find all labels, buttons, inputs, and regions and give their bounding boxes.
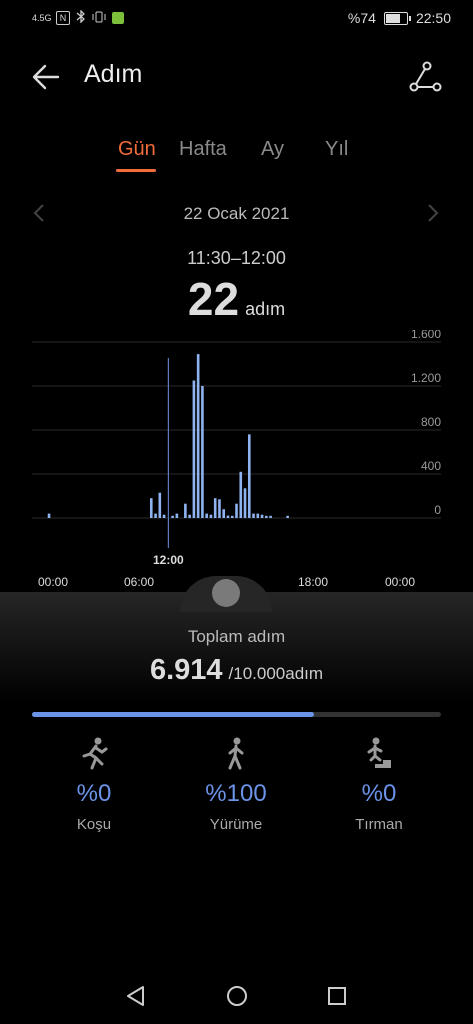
- chart-bar: [171, 515, 174, 518]
- share-button[interactable]: [408, 60, 442, 94]
- back-button[interactable]: [30, 60, 64, 94]
- battery-percent: %74: [347, 10, 376, 26]
- chart-bar: [265, 515, 268, 518]
- chart-bar: [252, 513, 255, 518]
- goal-progress-fill: [32, 712, 315, 717]
- selected-date: 22 Ocak 2021: [183, 204, 290, 223]
- y-tick-label: 800: [421, 415, 441, 429]
- tab-day[interactable]: Gün: [118, 138, 156, 161]
- chart-bar: [247, 434, 251, 518]
- x-tick-label: 18:00: [298, 575, 328, 589]
- chart-bar: [192, 380, 196, 518]
- selected-time-range: 11:30–12:00: [187, 248, 286, 268]
- chart-bar: [209, 514, 213, 518]
- chart-bar: [205, 513, 208, 518]
- nfc-icon: N: [56, 11, 70, 25]
- system-nav-bar: [0, 972, 473, 1024]
- nav-back-button[interactable]: [124, 984, 148, 1013]
- bluetooth-icon: [76, 9, 86, 26]
- y-tick-label: 1.600: [411, 330, 441, 341]
- chart-bar: [154, 513, 157, 518]
- running-label: Koşu: [76, 816, 112, 833]
- activity-climbing: %0 Tırman: [319, 736, 439, 833]
- y-tick-label: 0: [434, 503, 441, 517]
- vibrate-icon: [92, 11, 106, 26]
- triangle-back-icon: [127, 986, 144, 1006]
- walking-label: Yürüme: [209, 816, 263, 833]
- chart-bar: [230, 515, 234, 518]
- nav-recents-button[interactable]: [325, 984, 349, 1013]
- chart-bar: [269, 515, 272, 518]
- chart-bar: [149, 498, 153, 518]
- chevron-right-icon: [428, 204, 439, 222]
- chart-bar: [260, 514, 264, 518]
- chart-bar: [162, 514, 166, 518]
- total-steps: 6.914/10.000adım: [0, 654, 473, 687]
- chart-bar: [222, 509, 226, 518]
- x-tick-label: 06:00: [124, 575, 154, 589]
- activity-walking: %100 Yürüme: [176, 736, 296, 833]
- total-steps-label: Toplam adım: [187, 627, 286, 646]
- chart-bar: [196, 354, 200, 518]
- circle-home-icon: [227, 986, 247, 1006]
- chart-bar: [218, 499, 221, 518]
- tab-year[interactable]: Yıl: [325, 138, 348, 161]
- next-day-button[interactable]: [426, 202, 440, 230]
- chart-bar: [235, 503, 238, 518]
- climbing-icon: [319, 736, 439, 776]
- home-app-icon: [112, 12, 124, 24]
- running-percent: %0: [76, 780, 112, 807]
- x-tick-label: 00:00: [385, 575, 415, 589]
- chart-bar: [175, 513, 179, 518]
- clock: 22:50: [415, 10, 451, 26]
- running-icon: [34, 736, 154, 776]
- goal-progress-bar: [32, 712, 441, 717]
- chart-bar: [184, 503, 187, 518]
- selected-steps-value: 22: [187, 273, 240, 325]
- arrow-left-icon: [32, 64, 60, 90]
- climbing-percent: %0: [361, 780, 397, 807]
- status-bar: 4.5G N %74 22:50: [0, 0, 473, 40]
- page-title: Adım: [84, 60, 143, 88]
- chart-bar: [286, 515, 289, 518]
- step-goal: /10.000adım: [228, 664, 324, 683]
- walking-percent: %100: [205, 780, 267, 807]
- chart-bar: [226, 515, 230, 518]
- chart-bar: [188, 514, 191, 518]
- walking-icon: [176, 736, 296, 776]
- x-tick-label: 00:00: [38, 575, 68, 589]
- chart-bar: [201, 386, 204, 518]
- tab-week[interactable]: Hafta: [179, 138, 227, 161]
- selected-steps: 22 adım: [0, 272, 473, 326]
- y-tick-label: 1.200: [411, 371, 441, 385]
- square-recents-icon: [328, 987, 346, 1005]
- tab-month[interactable]: Ay: [261, 138, 284, 161]
- steps-chart[interactable]: 1.600 1.200 800 400 0 12:00 00:00 06:00 18:00 00:…: [0, 330, 473, 600]
- active-tab-indicator: [116, 169, 156, 172]
- date-navigator: 22 Ocak 2021: [0, 200, 473, 230]
- battery-icon: [383, 11, 411, 25]
- cursor-time-label: 12:00: [153, 553, 184, 567]
- chart-bar: [47, 513, 51, 518]
- selected-steps-unit: adım: [245, 299, 286, 319]
- total-steps-value: 6.914: [149, 654, 223, 686]
- time-slider-knob[interactable]: [212, 579, 240, 607]
- chart-bar: [239, 471, 243, 518]
- chart-bar: [158, 492, 162, 518]
- share-icon: [409, 61, 442, 92]
- period-tabs: Gün Hafta Ay Yıl: [0, 138, 473, 178]
- climbing-label: Tırman: [355, 816, 403, 833]
- activity-running: %0 Koşu: [34, 736, 154, 833]
- y-tick-label: 400: [421, 459, 441, 473]
- network-type: 4.5G: [32, 12, 52, 23]
- chart-bar: [243, 488, 247, 518]
- chart-bar: [256, 513, 260, 518]
- nav-home-button[interactable]: [225, 984, 249, 1013]
- chart-bar: [213, 498, 217, 518]
